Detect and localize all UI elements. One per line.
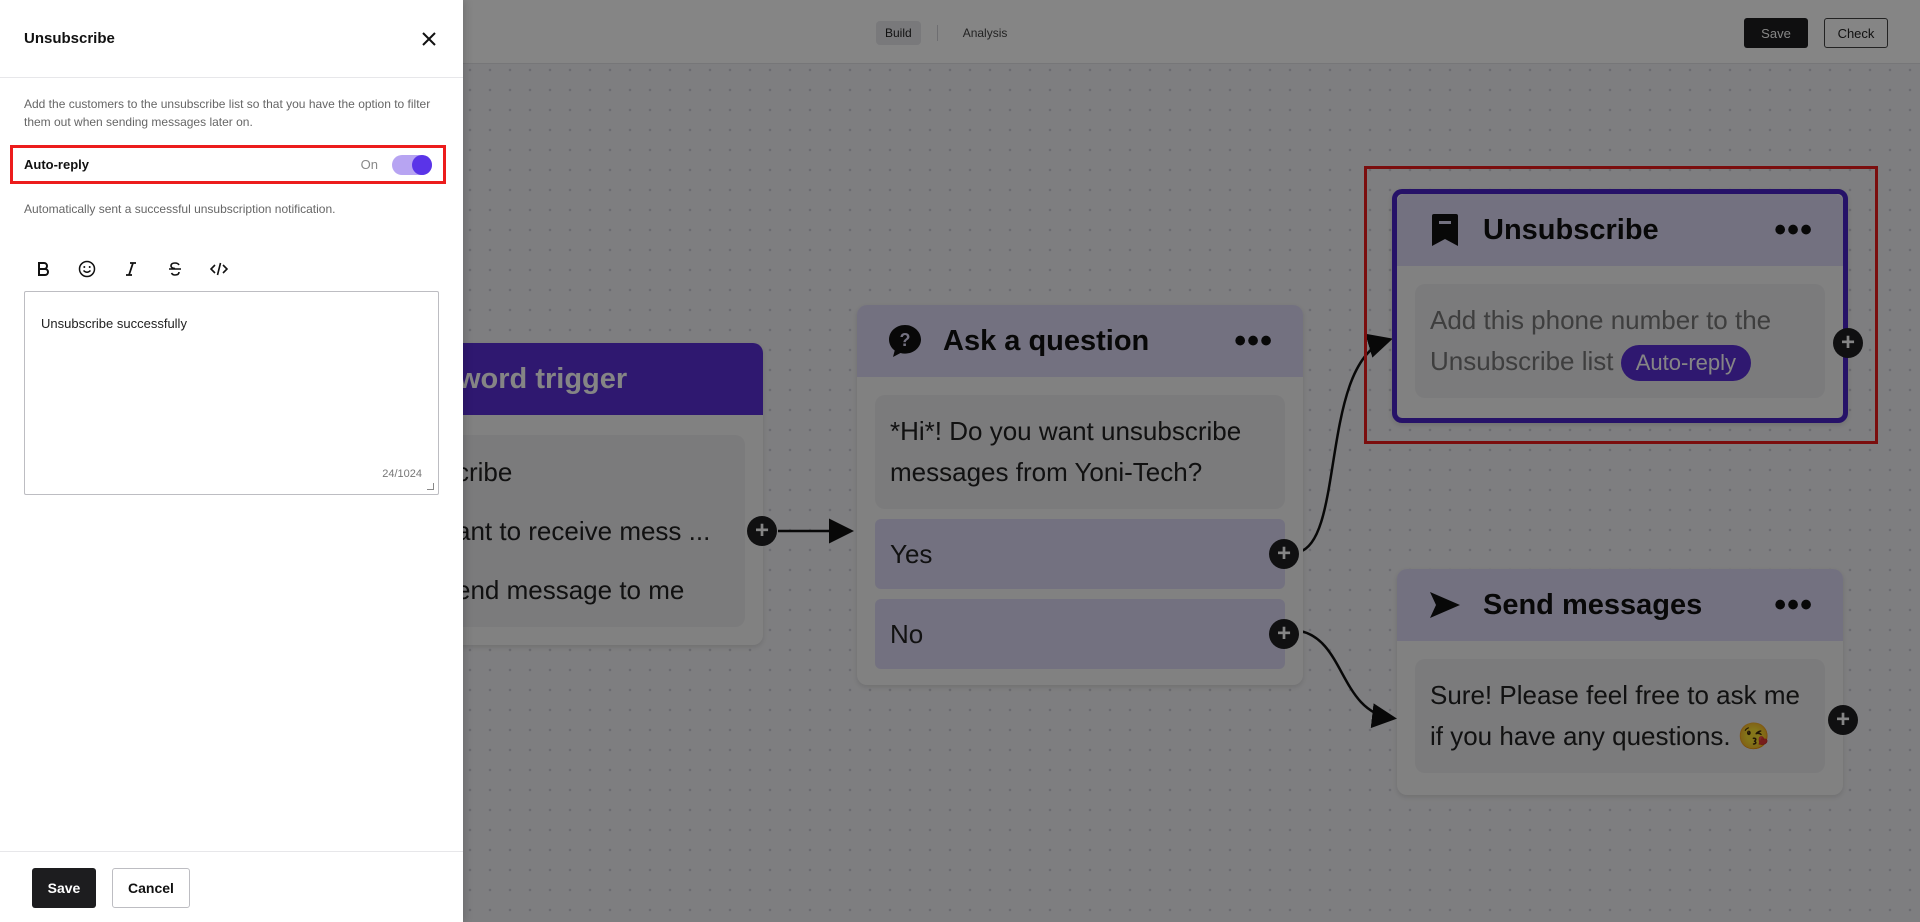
code-icon[interactable] [208, 258, 230, 280]
toggle-knob [412, 154, 432, 175]
panel-description: Add the customers to the unsubscribe lis… [24, 97, 431, 129]
auto-reply-row: Auto-reply On [10, 145, 446, 184]
panel-title: Unsubscribe [24, 30, 115, 47]
auto-reply-hint: Automatically sent a successful unsubscr… [24, 202, 336, 216]
bold-icon[interactable] [32, 258, 54, 280]
auto-reply-toggle[interactable] [392, 154, 432, 175]
auto-reply-message-input[interactable]: Unsubscribe successfully 24/1024 [24, 291, 439, 495]
resize-handle-icon[interactable] [427, 483, 434, 490]
panel-footer: Save Cancel [0, 851, 463, 922]
auto-reply-state: On [360, 157, 378, 172]
character-count: 24/1024 [382, 468, 422, 480]
italic-icon[interactable] [120, 258, 142, 280]
unsubscribe-settings-panel: Unsubscribe Add the customers to the uns… [0, 0, 463, 922]
format-toolbar [32, 258, 252, 280]
strikethrough-icon[interactable] [164, 258, 186, 280]
auto-reply-label: Auto-reply [24, 157, 89, 172]
save-button[interactable]: Save [32, 868, 96, 908]
panel-header: Unsubscribe [0, 0, 463, 78]
editor-text: Unsubscribe successfully [41, 316, 187, 331]
close-icon[interactable] [419, 29, 439, 49]
emoji-icon[interactable] [76, 258, 98, 280]
cancel-button[interactable]: Cancel [112, 868, 190, 908]
